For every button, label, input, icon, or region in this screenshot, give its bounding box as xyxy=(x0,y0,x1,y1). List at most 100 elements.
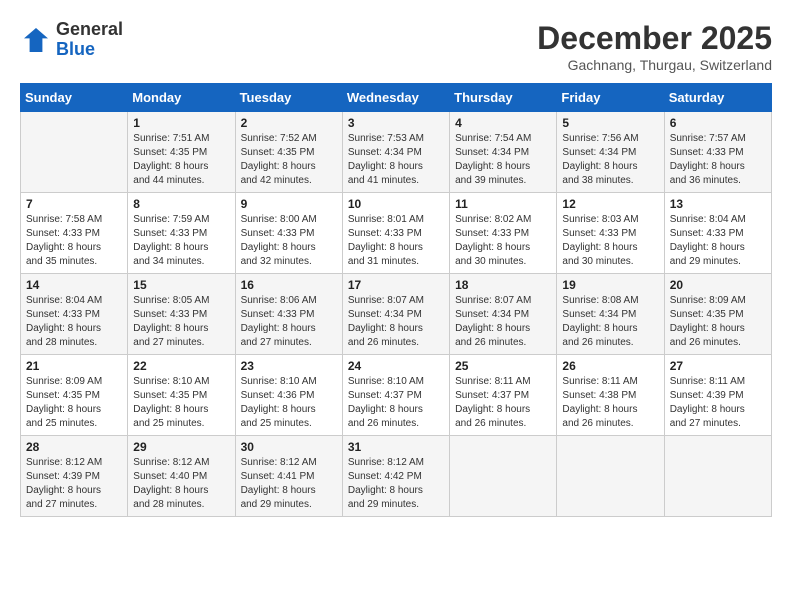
calendar-cell: 26 Sunrise: 8:11 AM Sunset: 4:38 PM Dayli… xyxy=(557,355,664,436)
calendar-cell: 21Sunrise: 8:09 AM Sunset: 4:35 PM Dayli… xyxy=(21,355,128,436)
calendar-cell xyxy=(557,436,664,517)
day-info: Sunrise: 7:52 AM Sunset: 4:35 PM Dayligh… xyxy=(241,132,337,188)
calendar-cell: 30Sunrise: 8:12 AM Sunset: 4:41 PM Dayli… xyxy=(235,436,342,517)
calendar-cell: 3 Sunrise: 7:53 AM Sunset: 4:34 PM Daylig… xyxy=(342,112,449,193)
calendar-cell: 24Sunrise: 8:10 AM Sunset: 4:37 PM Dayli… xyxy=(342,355,449,436)
day-number: 11 xyxy=(455,197,551,211)
logo-icon xyxy=(20,24,52,56)
day-number: 17 xyxy=(348,278,444,292)
day-info: Sunrise: 8:11 AM Sunset: 4:38 PM Dayligh… xyxy=(562,375,658,431)
day-info: Sunrise: 8:05 AM Sunset: 4:33 PM Dayligh… xyxy=(133,294,229,350)
day-info: Sunrise: 8:09 AM Sunset: 4:35 PM Dayligh… xyxy=(670,294,766,350)
calendar-cell: 9 Sunrise: 8:00 AM Sunset: 4:33 PM Daylig… xyxy=(235,193,342,274)
day-number: 24 xyxy=(348,359,444,373)
day-number: 21 xyxy=(26,359,122,373)
day-number: 3 xyxy=(348,116,444,130)
day-number: 10 xyxy=(348,197,444,211)
calendar-week-4: 21Sunrise: 8:09 AM Sunset: 4:35 PM Dayli… xyxy=(21,355,772,436)
col-header-wednesday: Wednesday xyxy=(342,84,449,112)
day-info: Sunrise: 7:56 AM Sunset: 4:34 PM Dayligh… xyxy=(562,132,658,188)
day-number: 1 xyxy=(133,116,229,130)
calendar-cell: 25Sunrise: 8:11 AM Sunset: 4:37 PM Dayli… xyxy=(450,355,557,436)
calendar-cell: 23 Sunrise: 8:10 AM Sunset: 4:36 PM Dayli… xyxy=(235,355,342,436)
day-info: Sunrise: 7:59 AM Sunset: 4:33 PM Dayligh… xyxy=(133,213,229,269)
calendar-cell: 10Sunrise: 8:01 AM Sunset: 4:33 PM Dayli… xyxy=(342,193,449,274)
day-info: Sunrise: 7:51 AM Sunset: 4:35 PM Dayligh… xyxy=(133,132,229,188)
col-header-thursday: Thursday xyxy=(450,84,557,112)
day-number: 9 xyxy=(241,197,337,211)
calendar-week-5: 28 Sunrise: 8:12 AM Sunset: 4:39 PM Dayli… xyxy=(21,436,772,517)
calendar-cell: 2 Sunrise: 7:52 AM Sunset: 4:35 PM Daylig… xyxy=(235,112,342,193)
calendar-cell: 7Sunrise: 7:58 AM Sunset: 4:33 PM Daylig… xyxy=(21,193,128,274)
col-header-sunday: Sunday xyxy=(21,84,128,112)
day-info: Sunrise: 8:00 AM Sunset: 4:33 PM Dayligh… xyxy=(241,213,337,269)
calendar-week-3: 14Sunrise: 8:04 AM Sunset: 4:33 PM Dayli… xyxy=(21,274,772,355)
day-info: Sunrise: 8:12 AM Sunset: 4:40 PM Dayligh… xyxy=(133,456,229,512)
calendar-cell: 6Sunrise: 7:57 AM Sunset: 4:33 PM Daylig… xyxy=(664,112,771,193)
day-number: 25 xyxy=(455,359,551,373)
day-number: 23 xyxy=(241,359,337,373)
calendar-week-2: 7Sunrise: 7:58 AM Sunset: 4:33 PM Daylig… xyxy=(21,193,772,274)
day-info: Sunrise: 8:04 AM Sunset: 4:33 PM Dayligh… xyxy=(670,213,766,269)
day-number: 6 xyxy=(670,116,766,130)
day-info: Sunrise: 8:12 AM Sunset: 4:42 PM Dayligh… xyxy=(348,456,444,512)
day-number: 14 xyxy=(26,278,122,292)
day-info: Sunrise: 7:58 AM Sunset: 4:33 PM Dayligh… xyxy=(26,213,122,269)
day-number: 5 xyxy=(562,116,658,130)
day-number: 18 xyxy=(455,278,551,292)
logo-blue: Blue xyxy=(56,39,95,59)
day-number: 4 xyxy=(455,116,551,130)
col-header-friday: Friday xyxy=(557,84,664,112)
day-number: 29 xyxy=(133,440,229,454)
day-number: 12 xyxy=(562,197,658,211)
calendar-cell: 1 Sunrise: 7:51 AM Sunset: 4:35 PM Daylig… xyxy=(128,112,235,193)
calendar-cell xyxy=(450,436,557,517)
day-number: 31 xyxy=(348,440,444,454)
logo: General Blue xyxy=(20,20,123,60)
calendar-cell: 4Sunrise: 7:54 AM Sunset: 4:34 PM Daylig… xyxy=(450,112,557,193)
day-number: 26 xyxy=(562,359,658,373)
calendar-cell: 29 Sunrise: 8:12 AM Sunset: 4:40 PM Dayli… xyxy=(128,436,235,517)
title-block: December 2025 Gachnang, Thurgau, Switzer… xyxy=(537,20,772,73)
day-info: Sunrise: 8:06 AM Sunset: 4:33 PM Dayligh… xyxy=(241,294,337,350)
calendar-cell: 8 Sunrise: 7:59 AM Sunset: 4:33 PM Daylig… xyxy=(128,193,235,274)
location-subtitle: Gachnang, Thurgau, Switzerland xyxy=(537,57,772,73)
calendar-cell xyxy=(21,112,128,193)
day-number: 13 xyxy=(670,197,766,211)
col-header-saturday: Saturday xyxy=(664,84,771,112)
calendar-cell: 12 Sunrise: 8:03 AM Sunset: 4:33 PM Dayli… xyxy=(557,193,664,274)
day-number: 28 xyxy=(26,440,122,454)
calendar-cell: 31 Sunrise: 8:12 AM Sunset: 4:42 PM Dayli… xyxy=(342,436,449,517)
day-info: Sunrise: 7:53 AM Sunset: 4:34 PM Dayligh… xyxy=(348,132,444,188)
calendar-cell: 17Sunrise: 8:07 AM Sunset: 4:34 PM Dayli… xyxy=(342,274,449,355)
col-header-tuesday: Tuesday xyxy=(235,84,342,112)
day-number: 8 xyxy=(133,197,229,211)
calendar-cell xyxy=(664,436,771,517)
calendar-cell: 15 Sunrise: 8:05 AM Sunset: 4:33 PM Dayli… xyxy=(128,274,235,355)
day-number: 16 xyxy=(241,278,337,292)
calendar-cell: 16 Sunrise: 8:06 AM Sunset: 4:33 PM Dayli… xyxy=(235,274,342,355)
day-info: Sunrise: 8:12 AM Sunset: 4:39 PM Dayligh… xyxy=(26,456,122,512)
day-number: 22 xyxy=(133,359,229,373)
calendar-table: SundayMondayTuesdayWednesdayThursdayFrid… xyxy=(20,83,772,517)
calendar-cell: 18Sunrise: 8:07 AM Sunset: 4:34 PM Dayli… xyxy=(450,274,557,355)
calendar-cell: 14Sunrise: 8:04 AM Sunset: 4:33 PM Dayli… xyxy=(21,274,128,355)
day-number: 19 xyxy=(562,278,658,292)
day-info: Sunrise: 8:11 AM Sunset: 4:39 PM Dayligh… xyxy=(670,375,766,431)
day-info: Sunrise: 8:03 AM Sunset: 4:33 PM Dayligh… xyxy=(562,213,658,269)
calendar-cell: 11 Sunrise: 8:02 AM Sunset: 4:33 PM Dayli… xyxy=(450,193,557,274)
day-info: Sunrise: 8:02 AM Sunset: 4:33 PM Dayligh… xyxy=(455,213,551,269)
month-title: December 2025 xyxy=(537,20,772,57)
day-info: Sunrise: 8:10 AM Sunset: 4:35 PM Dayligh… xyxy=(133,375,229,431)
calendar-week-1: 1 Sunrise: 7:51 AM Sunset: 4:35 PM Daylig… xyxy=(21,112,772,193)
calendar-cell: 5 Sunrise: 7:56 AM Sunset: 4:34 PM Daylig… xyxy=(557,112,664,193)
calendar-cell: 19Sunrise: 8:08 AM Sunset: 4:34 PM Dayli… xyxy=(557,274,664,355)
day-number: 27 xyxy=(670,359,766,373)
calendar-cell: 13 Sunrise: 8:04 AM Sunset: 4:33 PM Dayli… xyxy=(664,193,771,274)
day-number: 20 xyxy=(670,278,766,292)
day-info: Sunrise: 8:10 AM Sunset: 4:36 PM Dayligh… xyxy=(241,375,337,431)
col-header-monday: Monday xyxy=(128,84,235,112)
day-number: 2 xyxy=(241,116,337,130)
day-number: 15 xyxy=(133,278,229,292)
calendar-cell: 27 Sunrise: 8:11 AM Sunset: 4:39 PM Dayli… xyxy=(664,355,771,436)
